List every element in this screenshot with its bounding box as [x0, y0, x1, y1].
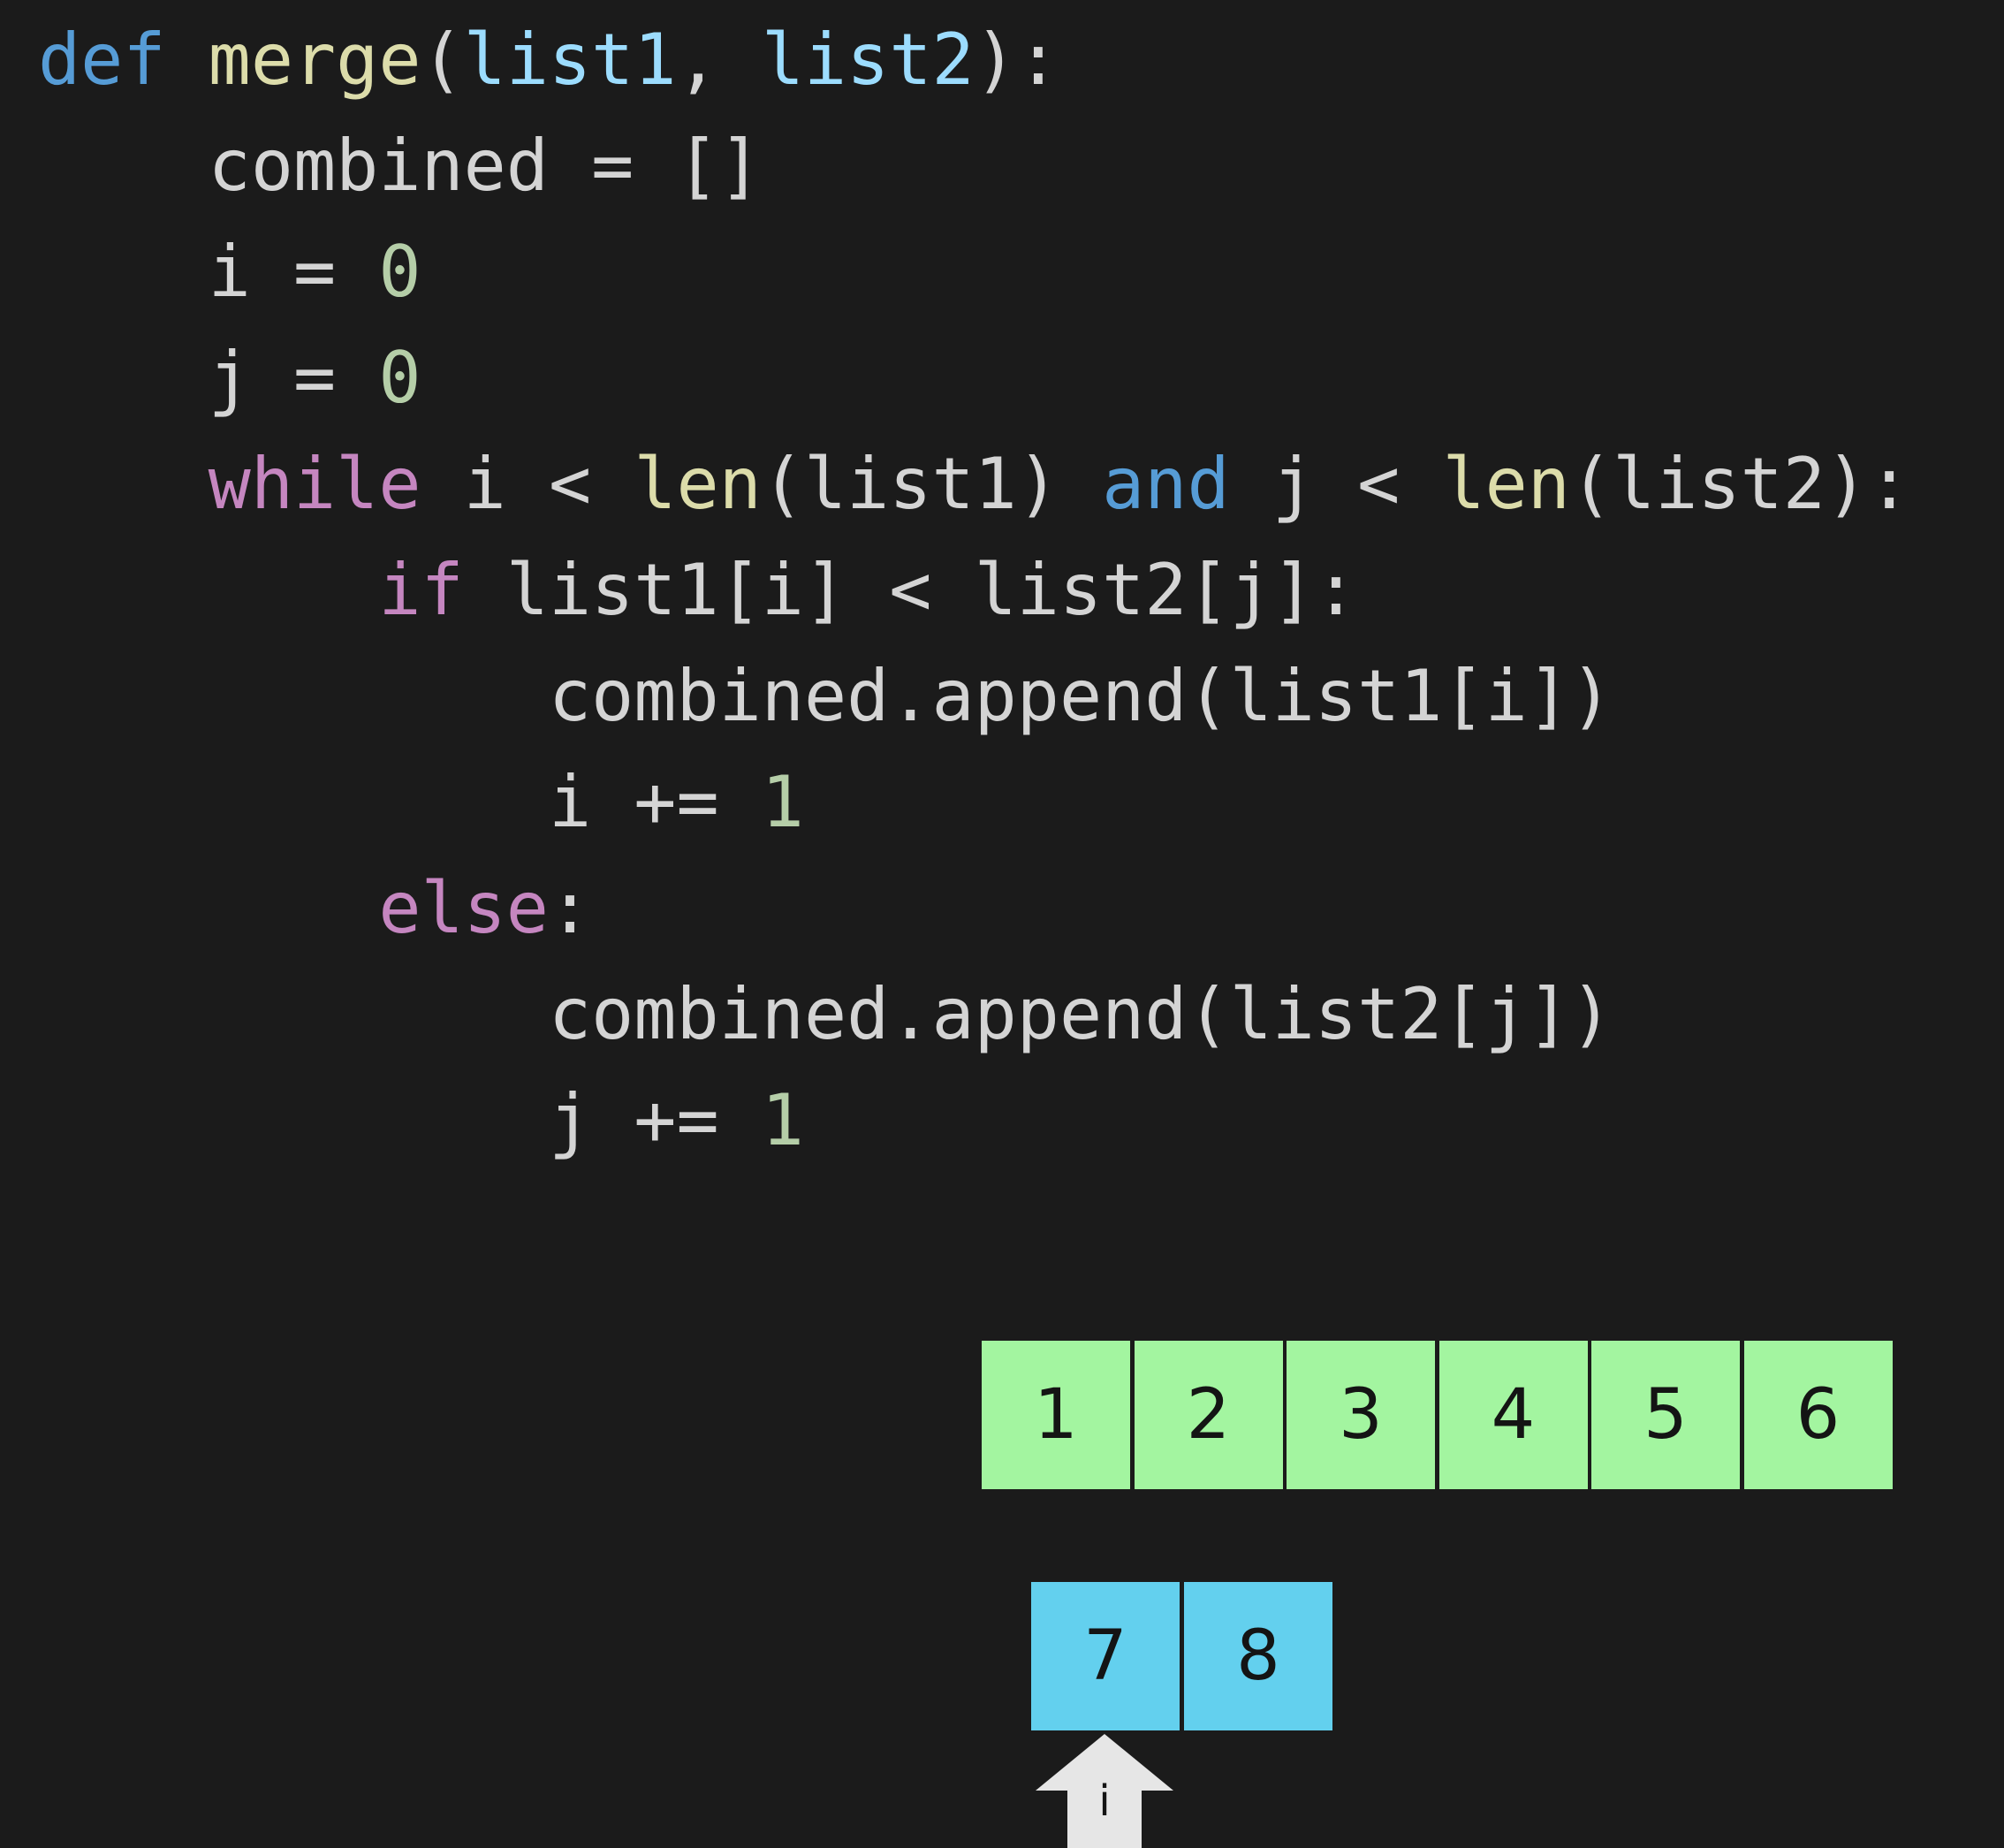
combined_list-cell: 6: [1743, 1341, 1893, 1489]
code-line: i += 1: [38, 742, 1910, 848]
code-token: 1: [761, 761, 804, 843]
code-token: :: [548, 867, 592, 949]
code-token: merge: [208, 19, 421, 101]
code-token: else: [378, 867, 549, 949]
code-line: combined.append(list1[i]): [38, 636, 1910, 742]
code-token: combined.append(list1[i]): [38, 655, 1613, 737]
code-line: else:: [38, 848, 1910, 954]
code-token: 0: [378, 337, 421, 419]
code-token: i <: [421, 443, 634, 525]
code-token: combined.append(list2[j]): [38, 973, 1613, 1055]
code-token: (list1): [761, 443, 1103, 525]
code-line: j = 0: [38, 318, 1910, 424]
code-token: i +=: [38, 761, 762, 843]
code-token: ,: [676, 19, 762, 101]
code-token: 1: [761, 1079, 804, 1161]
code-token: ):: [974, 19, 1059, 101]
combined_list-cell: 2: [1134, 1341, 1283, 1489]
list2_remaining-cell: 7: [1031, 1582, 1180, 1730]
code-token: list1[i] < list2[j]:: [463, 549, 1358, 631]
code-token: if: [378, 549, 464, 631]
code-token: list2: [761, 19, 975, 101]
code-token: 0: [378, 231, 421, 313]
code-token: and: [1102, 443, 1230, 525]
code-line: j += 1: [38, 1061, 1910, 1167]
code-token: (list2):: [1569, 443, 1911, 525]
combined_list-cell: 3: [1287, 1341, 1435, 1489]
code-line: def merge(list1, list2):: [38, 0, 1910, 106]
code-token: j +=: [38, 1079, 762, 1161]
code-line: i = 0: [38, 212, 1910, 318]
combined_list-cell: 5: [1591, 1341, 1740, 1489]
code-token: combined = []: [38, 125, 762, 207]
list2_remaining-cell: 8: [1184, 1582, 1332, 1730]
code-token: j <: [1229, 443, 1443, 525]
code-line: if list1[i] < list2[j]:: [38, 530, 1910, 636]
code-block: def merge(list1, list2): combined = [] i…: [38, 0, 1910, 1167]
code-token: (: [421, 19, 464, 101]
combined_list-cell: 1: [982, 1341, 1130, 1489]
code-token: len: [1442, 443, 1570, 525]
pointer-i-label: i: [1098, 1776, 1111, 1826]
code-token: list1: [463, 19, 677, 101]
code-line: combined.append(list2[j]): [38, 954, 1910, 1061]
code-token: def: [38, 19, 166, 101]
code-token: i =: [38, 231, 379, 313]
combined_list-cell: 4: [1438, 1341, 1588, 1489]
code-token: while: [208, 443, 421, 525]
code-line: combined = []: [38, 106, 1910, 212]
code-token: len: [634, 443, 762, 525]
code-line: while i < len(list1) and j < len(list2):: [38, 424, 1911, 530]
code-token: j =: [38, 337, 379, 419]
